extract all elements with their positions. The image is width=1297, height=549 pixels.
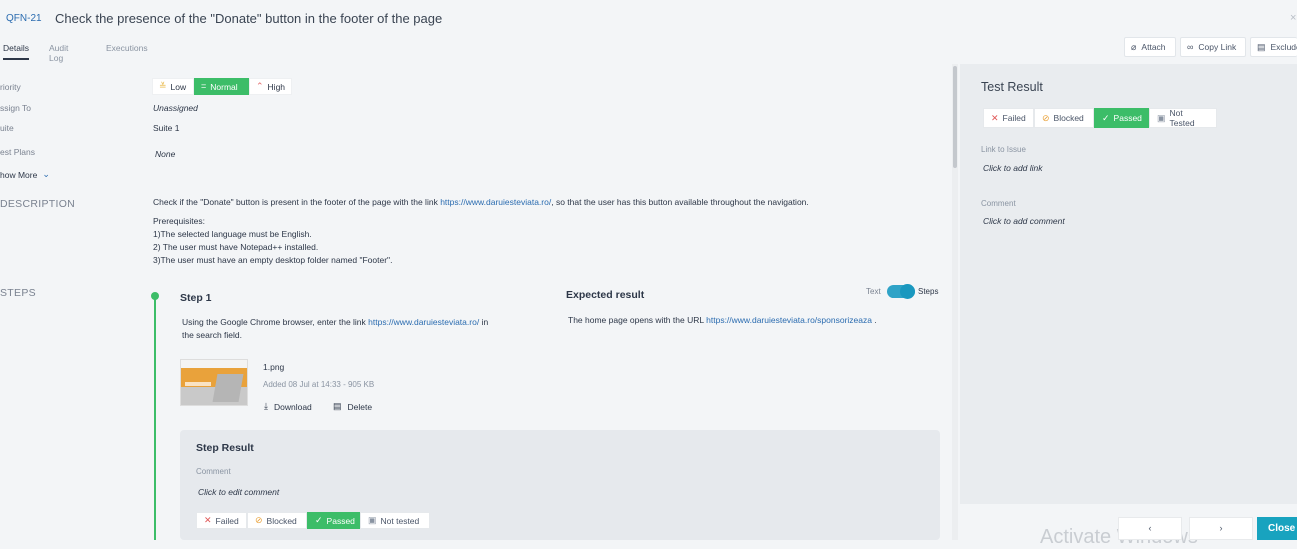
step-action-text[interactable]: Using the Google Chrome browser, enter t… — [182, 316, 532, 342]
priority-high[interactable]: ⌃ High — [249, 78, 292, 95]
text-steps-toggle[interactable] — [887, 284, 915, 299]
step-passed-button[interactable]: ✓ Passed — [307, 512, 360, 529]
description-label: DESCRIPTION — [0, 198, 76, 210]
step-comment-input[interactable]: Click to edit comment — [198, 487, 279, 497]
equals-icon: = — [201, 81, 207, 91]
check-icon: ✓ — [1102, 112, 1110, 123]
steps-label: STEPS — [0, 287, 36, 299]
step-result-title: Step Result — [196, 442, 254, 454]
attachment-thumbnail[interactable] — [180, 359, 248, 406]
toggle-text-label: Text — [866, 287, 881, 296]
test-result-panel — [960, 64, 1297, 504]
previous-button[interactable]: ‹ — [1118, 517, 1182, 540]
copy-link-button[interactable]: ∞ Copy Link — [1180, 37, 1246, 57]
x-icon: ✕ — [204, 515, 212, 525]
next-button[interactable]: › — [1189, 517, 1253, 540]
link-to-issue-label: Link to Issue — [981, 145, 1026, 154]
blocked-icon: ⊘ — [255, 515, 263, 525]
double-chevron-up-icon: ⌃ — [256, 81, 264, 91]
trash-icon: ▤ — [333, 401, 342, 411]
step-timeline — [154, 296, 156, 540]
test-not-tested-button[interactable]: ▣ Not Tested — [1149, 108, 1217, 128]
check-icon: ✓ — [315, 515, 323, 525]
lock-icon: ▣ — [1157, 112, 1166, 123]
toggle-knob — [900, 284, 915, 299]
description-link[interactable]: https://www.daruiesteviata.ro/ — [440, 197, 551, 207]
chevron-left-icon: ‹ — [1148, 523, 1152, 533]
trash-icon: ▤ — [1257, 41, 1266, 52]
priority-normal[interactable]: = Normal — [194, 78, 249, 95]
show-more-link[interactable]: how More ⌄ — [0, 169, 50, 181]
expected-result-title: Expected result — [566, 289, 645, 301]
x-icon: ✕ — [991, 112, 999, 123]
delete-button[interactable]: ▤ Delete — [333, 401, 372, 413]
blocked-icon: ⊘ — [1042, 112, 1050, 123]
exclude-button[interactable]: ▤Exclude — [1250, 37, 1297, 57]
test-passed-button[interactable]: ✓ Passed — [1094, 108, 1149, 128]
attachment-meta: Added 08 Jul at 14:33 - 905 KB — [263, 380, 375, 389]
priority-low[interactable]: ≚ Low — [152, 78, 194, 95]
step-marker — [151, 292, 159, 300]
close-button[interactable]: Close — [1257, 517, 1297, 540]
toggle-steps-label: Steps — [918, 287, 939, 296]
close-icon[interactable]: × — [1290, 12, 1296, 24]
prerequisites: Prerequisites: 1)The selected language m… — [153, 216, 393, 265]
test-blocked-button[interactable]: ⊘ Blocked — [1034, 108, 1094, 128]
assign-to-value[interactable]: Unassigned — [153, 103, 198, 113]
chevron-right-icon: › — [1219, 523, 1223, 533]
link-icon: ∞ — [1187, 41, 1194, 52]
test-plans-value: None — [155, 149, 176, 159]
suite-value[interactable]: Suite 1 — [153, 123, 179, 133]
step-comment-label: Comment — [196, 467, 231, 476]
step-not-tested-button[interactable]: ▣ Not tested — [360, 512, 430, 529]
chevron-down-icon: ⌄ — [42, 169, 50, 179]
paperclip-icon: ⌀ — [1131, 41, 1137, 52]
header-bar: QFN-21 Check the presence of the "Donate… — [0, 0, 1297, 38]
suite-label: uite — [0, 123, 14, 133]
step-blocked-button[interactable]: ⊘ Blocked — [247, 512, 307, 529]
scrollbar-thumb[interactable] — [953, 66, 957, 168]
page-title: Check the presence of the "Donate" butto… — [55, 11, 443, 26]
step-failed-button[interactable]: ✕ Failed — [196, 512, 247, 529]
expected-result-text[interactable]: The home page opens with the URL https:/… — [568, 315, 877, 325]
add-comment-input[interactable]: Click to add comment — [983, 216, 1065, 226]
comment-label: Comment — [981, 199, 1016, 208]
download-icon: ⤓ — [264, 401, 268, 411]
add-link-input[interactable]: Click to add link — [983, 163, 1043, 173]
double-chevron-down-icon: ≚ — [159, 81, 167, 91]
expected-link[interactable]: https://www.daruiesteviata.ro/sponsorize… — [706, 315, 872, 325]
priority-label: riority — [0, 82, 21, 92]
lock-icon: ▣ — [368, 515, 377, 525]
step-link[interactable]: https://www.daruiesteviata.ro/ — [368, 317, 479, 327]
assign-to-label: ssign To — [0, 103, 32, 113]
attach-button[interactable]: ⌀ Attach — [1124, 37, 1176, 57]
tab-audit-log[interactable]: Audit Log — [49, 43, 68, 63]
test-case-key[interactable]: QFN-21 — [6, 13, 42, 24]
tab-executions[interactable]: Executions — [106, 43, 148, 53]
tab-details[interactable]: Details — [3, 43, 29, 60]
description-text: Check if the "Donate" button is present … — [153, 197, 809, 207]
test-failed-button[interactable]: ✕ Failed — [983, 108, 1034, 128]
test-result-title: Test Result — [981, 80, 1043, 94]
attachment-name: 1.png — [263, 362, 285, 372]
test-plans-label: est Plans — [0, 147, 35, 157]
download-button[interactable]: ⤓ Download — [264, 401, 312, 413]
step-title: Step 1 — [180, 292, 212, 304]
